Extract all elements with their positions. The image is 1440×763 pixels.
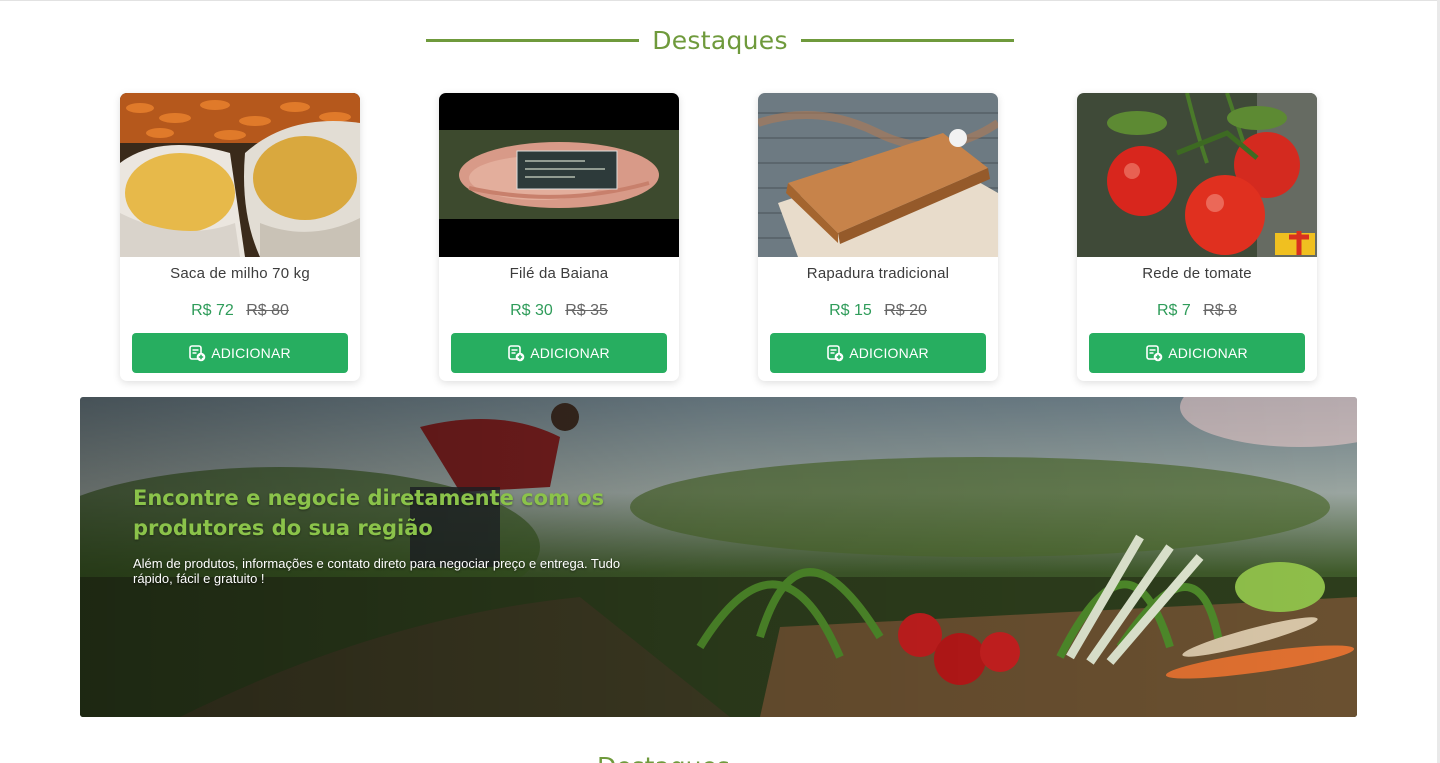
add-button-label: ADICIONAR	[1168, 345, 1248, 361]
product-image-rapadura[interactable]	[758, 93, 998, 257]
product-name[interactable]: Saca de milho 70 kg	[120, 265, 360, 282]
product-prices: R$ 15 R$ 20	[758, 302, 998, 320]
add-button-label: ADICIONAR	[211, 345, 291, 361]
product-old-price: R$ 35	[565, 302, 608, 319]
product-name[interactable]: Rede de tomate	[1077, 265, 1317, 282]
product-price: R$ 72	[191, 302, 234, 319]
add-to-cart-button[interactable]: ADICIONAR	[1089, 333, 1305, 373]
banner-headline: Encontre e negocie diretamente com os pr…	[133, 486, 605, 540]
cart-plus-icon	[1146, 344, 1163, 362]
product-price: R$ 30	[510, 302, 553, 319]
product-card[interactable]: Filé da Baiana R$ 30 R$ 35 ADICIONAR	[439, 93, 679, 381]
section-title: Destaques	[652, 25, 788, 55]
section-header-destaques: Destaques	[0, 22, 1440, 58]
add-to-cart-button[interactable]: ADICIONAR	[132, 333, 348, 373]
header-line-left	[426, 38, 640, 42]
product-image-fillet[interactable]	[439, 93, 679, 257]
cart-plus-icon	[508, 344, 525, 362]
header-line-right	[800, 38, 1014, 42]
product-prices: R$ 7 R$ 8	[1077, 302, 1317, 320]
product-old-price: R$ 80	[246, 302, 289, 319]
cart-plus-icon	[827, 344, 844, 362]
add-button-label: ADICIONAR	[849, 345, 929, 361]
product-name[interactable]: Rapadura tradicional	[758, 265, 998, 282]
product-card[interactable]: Rapadura tradicional R$ 15 R$ 20 ADICION…	[758, 93, 998, 381]
top-divider	[0, 0, 1440, 1]
banner-subtext: Além de produtos, informações e contato …	[133, 556, 621, 586]
product-old-price: R$ 8	[1203, 302, 1238, 319]
product-card[interactable]: Rede de tomate R$ 7 R$ 8 ADICIONAR	[1077, 93, 1317, 381]
add-to-cart-button[interactable]: ADICIONAR	[770, 333, 986, 373]
product-prices: R$ 72 R$ 80	[120, 302, 360, 320]
add-to-cart-button[interactable]: ADICIONAR	[451, 333, 667, 373]
next-section-title: Destaques	[597, 752, 730, 763]
product-image-tomato[interactable]	[1077, 93, 1317, 257]
add-button-label: ADICIONAR	[530, 345, 610, 361]
cart-plus-icon	[189, 344, 206, 362]
promo-banner: Encontre e negocie diretamente com os pr…	[80, 397, 1357, 717]
product-price: R$ 7	[1156, 302, 1191, 319]
product-image-corn[interactable]	[120, 93, 360, 257]
product-old-price: R$ 20	[884, 302, 927, 319]
product-name[interactable]: Filé da Baiana	[439, 265, 679, 282]
product-price: R$ 15	[829, 302, 872, 319]
product-prices: R$ 30 R$ 35	[439, 302, 679, 320]
product-card[interactable]: Saca de milho 70 kg R$ 72 R$ 80 ADICIONA…	[120, 93, 360, 381]
